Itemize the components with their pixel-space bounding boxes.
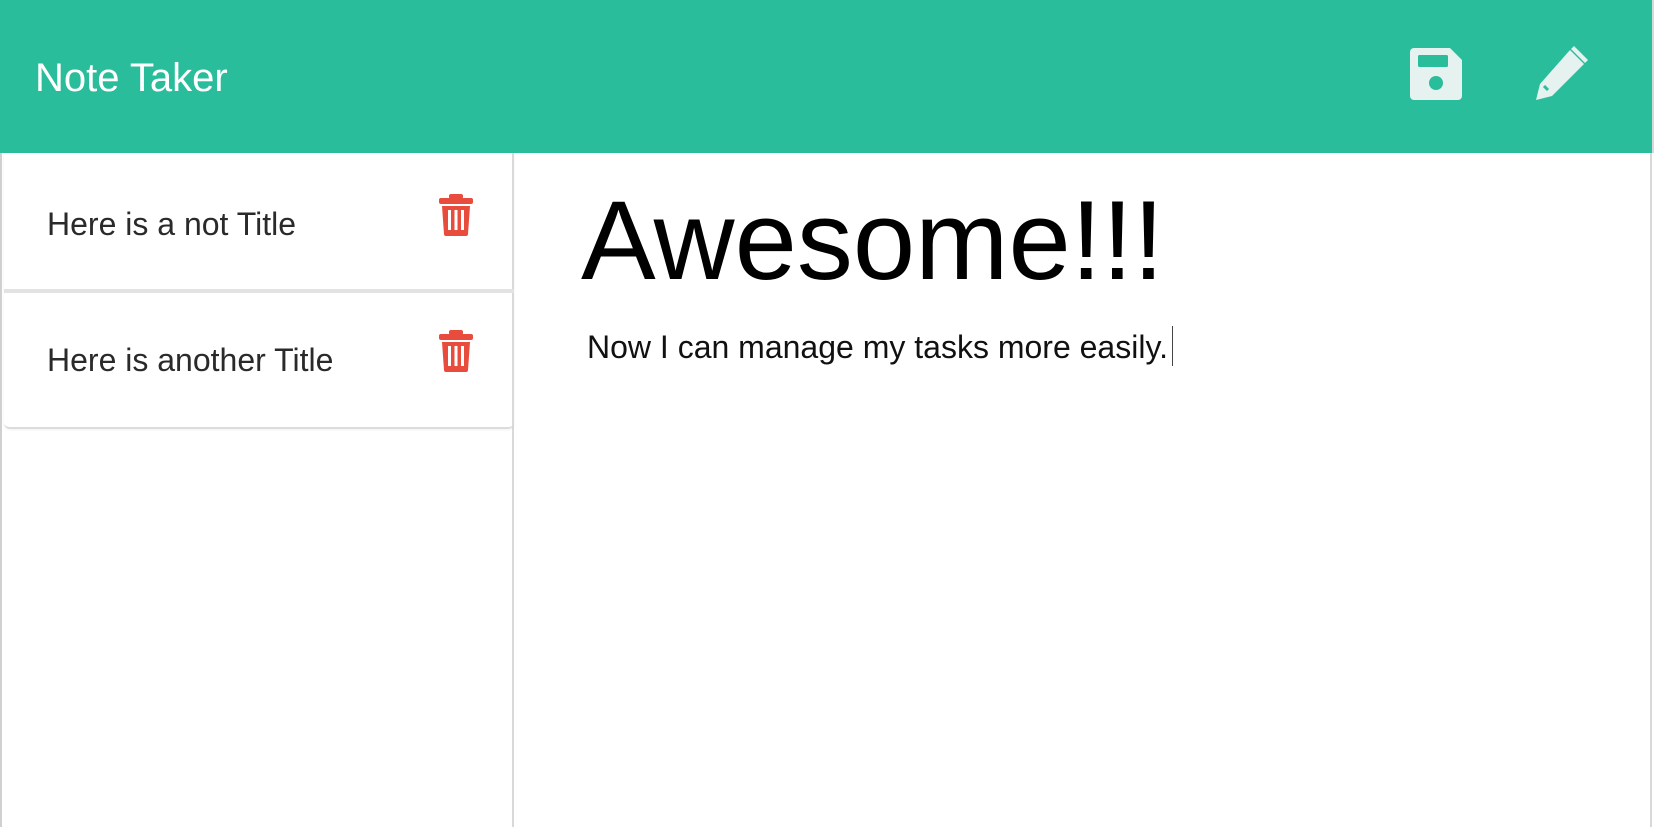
list-item[interactable]: Here is another Title [4, 289, 514, 427]
trash-icon [439, 194, 473, 236]
list-item[interactable]: Here is a not Title [4, 153, 514, 289]
save-icon [1410, 48, 1462, 100]
note-sidebar: Here is a not Title Here is another Titl… [0, 153, 514, 827]
new-note-button[interactable] [1530, 44, 1590, 104]
note-title-input[interactable]: Awesome!!! [581, 177, 1164, 305]
note-title[interactable]: Here is another Title [47, 337, 333, 383]
note-list: Here is a not Title Here is another Titl… [4, 153, 514, 429]
save-note-button[interactable] [1408, 46, 1464, 102]
delete-note-button[interactable] [438, 194, 474, 236]
navbar: Note Taker [0, 0, 1654, 153]
note-text: Now I can manage my tasks more easily. [587, 329, 1168, 365]
note-editor: Awesome!!! Now I can manage my tasks mor… [514, 153, 1652, 827]
text-cursor [1171, 326, 1173, 366]
note-title[interactable]: Here is a not Title [47, 201, 296, 247]
delete-note-button[interactable] [438, 330, 474, 372]
pencil-icon [1536, 46, 1588, 100]
app-title[interactable]: Note Taker [35, 50, 228, 106]
note-text-area[interactable]: Now I can manage my tasks more easily. [587, 325, 1173, 369]
trash-icon [439, 330, 473, 372]
